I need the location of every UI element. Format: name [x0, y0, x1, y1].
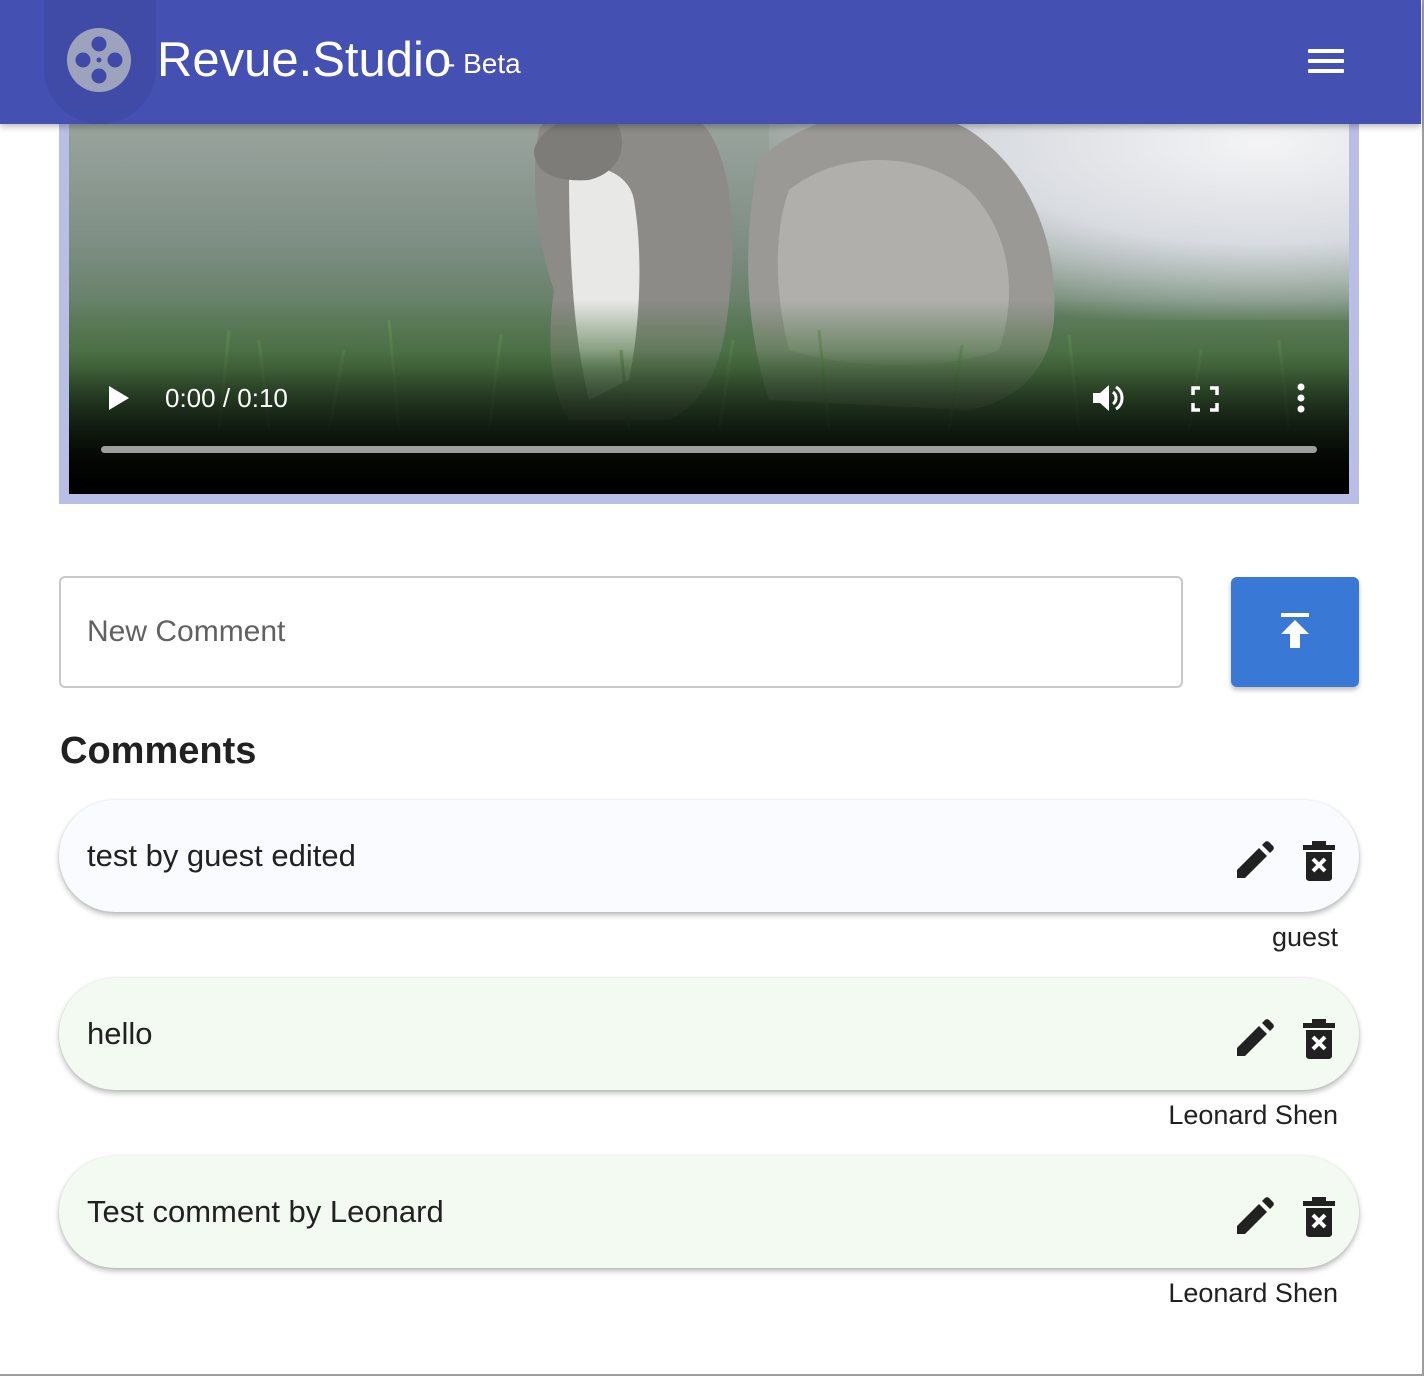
comment-card: Test comment by Leonard	[59, 1156, 1359, 1268]
pencil-icon	[1237, 841, 1274, 878]
comments-heading: Comments	[60, 730, 257, 772]
play-icon	[109, 386, 129, 410]
trash-x-icon	[1303, 1019, 1335, 1059]
comment-text: Test comment by Leonard	[87, 1194, 444, 1229]
delete-comment-button[interactable]	[1301, 1018, 1337, 1060]
edit-comment-button[interactable]	[1233, 840, 1275, 882]
video-controls-overlay	[69, 350, 1349, 494]
trash-x-icon	[1303, 841, 1335, 881]
upload-arrow-icon	[1281, 613, 1309, 648]
app-subtitle: - Beta	[446, 48, 521, 79]
fullscreen-button[interactable]	[1189, 384, 1221, 414]
video-progress-bar[interactable]	[101, 446, 1317, 453]
edit-comment-button[interactable]	[1233, 1018, 1275, 1060]
more-options-button[interactable]	[1287, 382, 1315, 414]
delete-comment-button[interactable]	[1301, 1196, 1337, 1238]
delete-comment-button[interactable]	[1301, 840, 1337, 882]
video-time-display: 0:00 / 0:10	[165, 383, 288, 413]
comment-author: guest	[1271, 922, 1338, 952]
edit-comment-button[interactable]	[1233, 1196, 1275, 1238]
more-vert-icon	[1297, 383, 1305, 413]
comment-text: hello	[87, 1016, 153, 1051]
pencil-icon	[1237, 1019, 1274, 1056]
play-button[interactable]	[106, 384, 132, 412]
pencil-icon	[1237, 1197, 1274, 1234]
submit-comment-button[interactable]	[1231, 577, 1359, 687]
video-player-frame: 0:00 / 0:10	[59, 100, 1359, 504]
comment-card: test by guest edited	[59, 800, 1359, 912]
app-title[interactable]: Revue.Studio	[157, 30, 451, 90]
volume-button[interactable]	[1091, 382, 1127, 414]
app-header: Revue.Studio - Beta	[0, 0, 1421, 124]
comment-card: hello	[59, 978, 1359, 1090]
volume-icon	[1093, 385, 1124, 411]
comment-author: Leonard Shen	[1168, 1100, 1338, 1130]
comment-text: test by guest edited	[87, 838, 356, 873]
film-reel-icon[interactable]	[66, 27, 132, 93]
new-comment-input[interactable]	[59, 576, 1183, 688]
fullscreen-icon	[1191, 386, 1219, 412]
comment-author: Leonard Shen	[1168, 1278, 1338, 1308]
trash-x-icon	[1303, 1197, 1335, 1237]
video-player[interactable]: 0:00 / 0:10	[69, 100, 1349, 494]
hamburger-menu-button[interactable]	[1296, 40, 1356, 84]
